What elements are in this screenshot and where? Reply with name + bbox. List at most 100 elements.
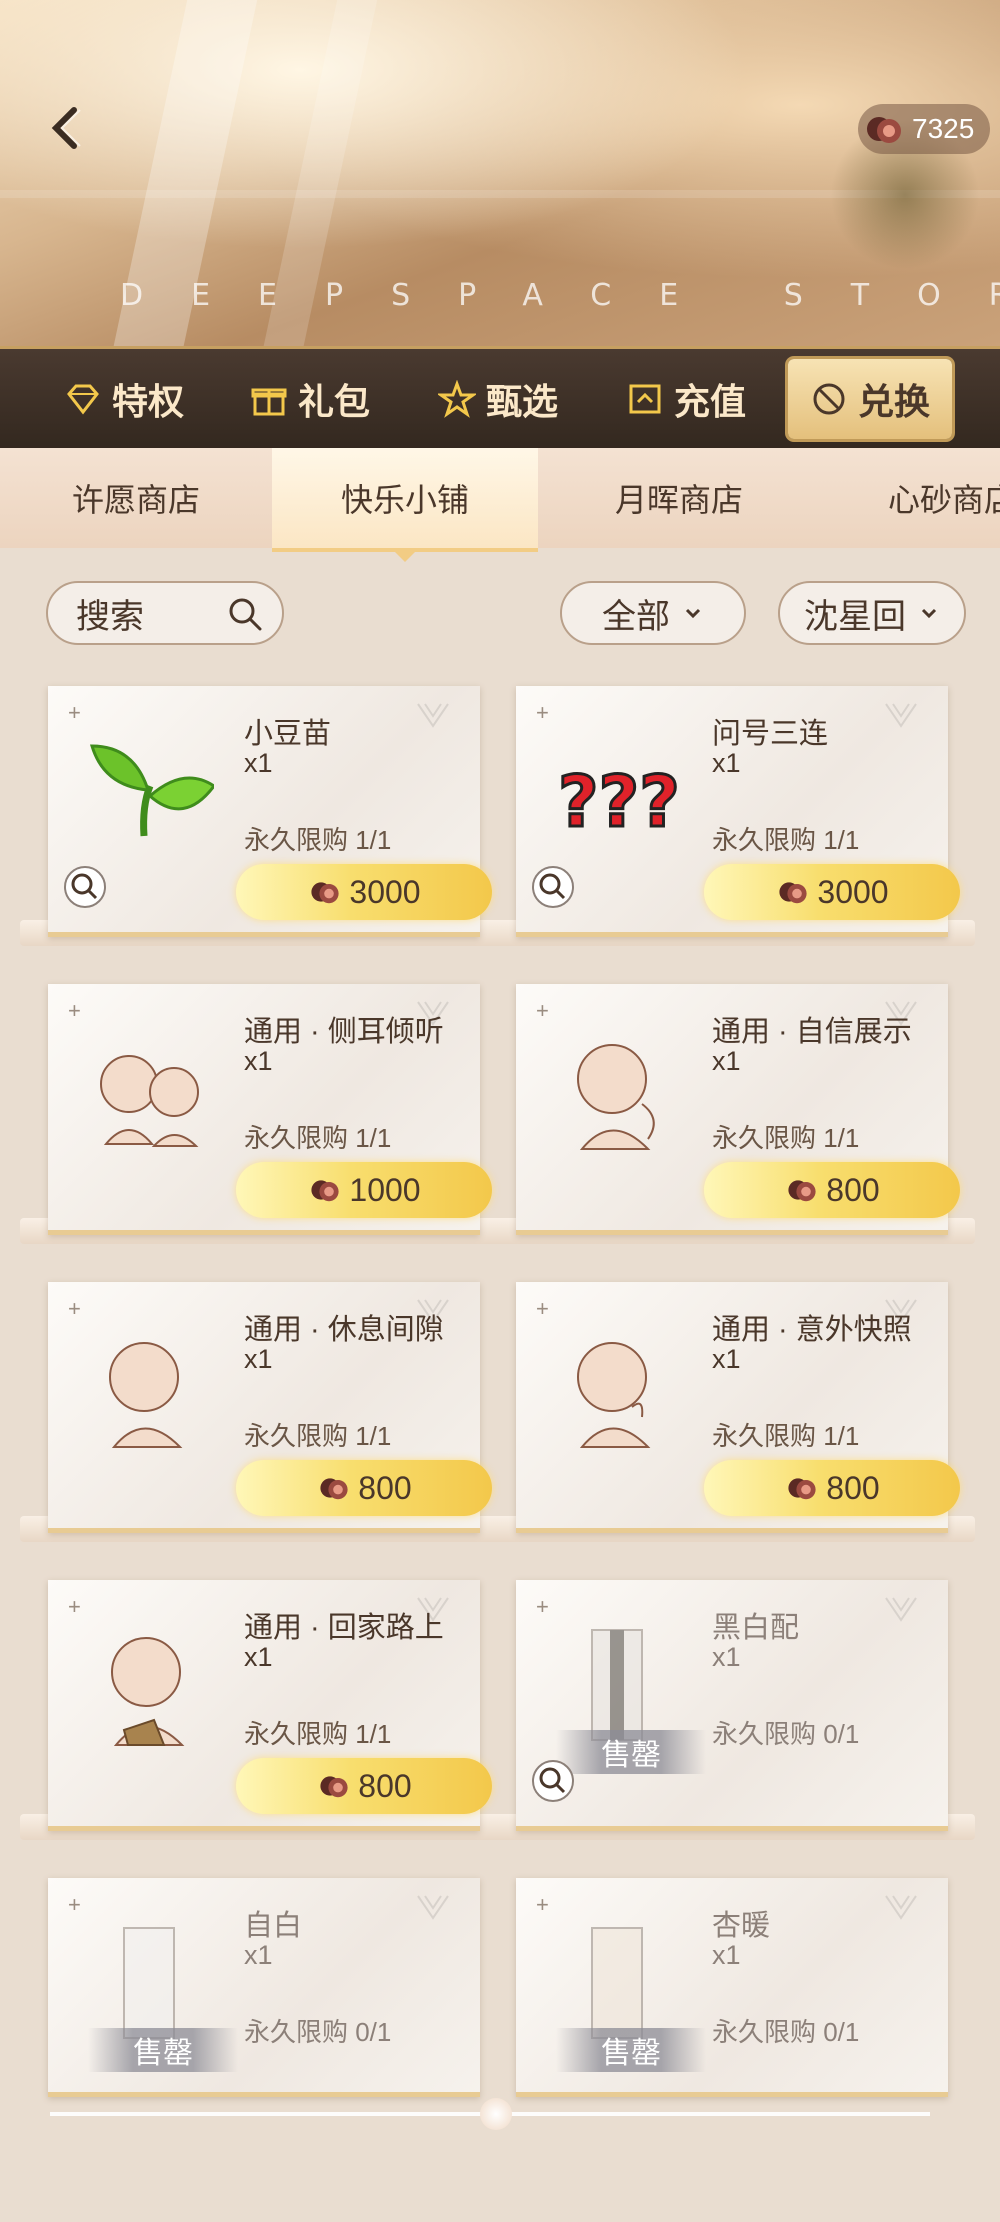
item-name: 小豆苗 (244, 718, 332, 750)
item-quantity: x1 (712, 1642, 741, 1672)
item-price: 800 (358, 1767, 412, 1804)
shop-item-card[interactable]: + 通用 · 休息间隙 x1 永久限购 1/1 800 (48, 1282, 492, 1533)
item-name: 通用 · 休息间隙 (244, 1314, 444, 1346)
subtab-happy-shop[interactable]: 快乐小铺 (272, 448, 538, 562)
crystal-currency-icon (320, 1776, 348, 1798)
sold-out-badge: 售罄 (88, 2028, 238, 2072)
item-name: 黑白配 (712, 1612, 800, 1644)
category-dropdown[interactable]: 全部 (560, 581, 746, 645)
chibi-listen-icon (100, 1055, 199, 1147)
chibi-confident-icon (577, 1044, 655, 1150)
currency-display[interactable]: 7325 (858, 104, 990, 154)
shop-subtabs: 许愿商店 快乐小铺 月晖商店 心砂商店 (0, 448, 1000, 562)
shop-item-card[interactable]: + ??? 问号三连 x1 永久限购 1/1 3000 (516, 686, 960, 937)
brand-mark-icon (417, 1895, 449, 1920)
question-marks-icon: ??? (557, 760, 682, 845)
star-icon (438, 380, 476, 418)
item-price: 1000 (349, 1171, 421, 1208)
item-price: 3000 (349, 873, 421, 910)
item-purchase-limit: 永久限购 0/1 (712, 1719, 860, 1749)
brand-mark-icon (885, 703, 917, 728)
crystal-currency-icon (320, 1478, 348, 1500)
chevron-down-icon (685, 608, 701, 619)
item-name: 通用 · 意外快照 (712, 1314, 912, 1346)
item-quantity: x1 (244, 1642, 273, 1672)
exchange-icon (813, 383, 845, 415)
item-price: 800 (826, 1171, 880, 1208)
tab-topup[interactable]: 充值 (626, 349, 746, 449)
item-name: 杏暖 (712, 1910, 771, 1942)
shop-item-card[interactable]: + 通用 · 自信展示 x1 永久限购 1/1 800 (516, 984, 960, 1235)
shop-item-card[interactable]: + 通用 · 回家路上 x1 永久限购 1/1 800 (48, 1580, 492, 1831)
tab-privilege[interactable]: 特权 (64, 349, 184, 449)
chevron-left-icon (51, 107, 81, 149)
item-price: 800 (358, 1469, 412, 1506)
store-banner: DEEPSPACE STORE (0, 0, 1000, 350)
crystal-currency-icon (788, 1478, 816, 1500)
item-name: 问号三连 (712, 718, 829, 750)
tab-gift-pack[interactable]: 礼包 (250, 349, 370, 449)
item-purchase-limit: 永久限购 1/1 (712, 1421, 860, 1451)
chibi-rest-icon (109, 1342, 183, 1448)
preview-magnifier-icon[interactable] (62, 864, 108, 910)
shop-item-card[interactable]: + 小豆苗 x1 永久限购 1/1 3000 (48, 686, 492, 937)
sold-out-badge: 售罄 (556, 1730, 706, 1774)
chibi-snapshot-icon (577, 1342, 651, 1448)
price-button[interactable]: 800 (704, 1460, 960, 1516)
back-button[interactable] (40, 100, 96, 156)
brand-mark-icon (885, 1597, 917, 1622)
item-purchase-limit: 永久限购 0/1 (712, 2017, 860, 2047)
preview-magnifier-icon[interactable] (530, 1758, 576, 1804)
tab-exchange[interactable]: 兑换 (788, 359, 953, 439)
topup-icon (629, 384, 661, 414)
item-quantity: x1 (244, 1046, 273, 1076)
brand-mark-icon (885, 1895, 917, 1920)
shop-item-card[interactable]: + 售罄 杏暖 x1 永久限购 0/1 (516, 1878, 948, 2097)
item-name: 通用 · 回家路上 (244, 1612, 444, 1644)
item-quantity: x1 (244, 1344, 273, 1374)
tab-selection[interactable]: 甄选 (438, 349, 558, 449)
item-price: 800 (826, 1469, 880, 1506)
item-purchase-limit: 永久限购 0/1 (244, 2017, 392, 2047)
shop-item-card[interactable]: + 通用 · 意外快照 x1 永久限购 1/1 800 (516, 1282, 960, 1533)
preview-magnifier-icon[interactable] (530, 864, 576, 910)
price-button[interactable]: 800 (236, 1758, 492, 1814)
shop-item-card[interactable]: + 售罄 自白 x1 永久限购 0/1 (48, 1878, 480, 2097)
item-quantity: x1 (712, 1940, 741, 1970)
price-button[interactable]: 800 (236, 1460, 492, 1516)
currency-amount: 7325 (912, 113, 975, 144)
item-purchase-limit: 永久限购 1/1 (244, 1719, 392, 1749)
price-button[interactable]: 800 (704, 1162, 960, 1218)
character-dropdown[interactable]: 沈星回 (778, 581, 966, 645)
crystal-currency-icon (311, 1180, 340, 1202)
item-quantity: x1 (244, 1940, 273, 1970)
item-purchase-limit: 永久限购 1/1 (244, 1123, 392, 1153)
scroll-indicator-dot (480, 2098, 512, 2130)
price-button[interactable]: 3000 (704, 864, 960, 920)
item-quantity: x1 (712, 1344, 741, 1374)
price-button[interactable]: 3000 (236, 864, 492, 920)
subtab-moonlight-shop[interactable]: 月晖商店 (538, 448, 820, 548)
subtab-wish-shop[interactable]: 许愿商店 (0, 448, 272, 548)
search-placeholder: 搜索 (76, 597, 144, 636)
item-purchase-limit: 永久限购 1/1 (244, 1421, 392, 1451)
item-name: 通用 · 侧耳倾听 (244, 1016, 444, 1048)
search-icon (229, 598, 262, 631)
diamond-icon (67, 384, 99, 415)
price-button[interactable]: 1000 (236, 1162, 492, 1218)
chibi-home-icon (111, 1637, 185, 1746)
item-price: 3000 (817, 873, 889, 910)
subtab-heart-sand-shop[interactable]: 心砂商店 (820, 448, 1000, 548)
sold-out-badge: 售罄 (556, 2028, 706, 2072)
search-input[interactable]: 搜索 (46, 581, 284, 645)
item-purchase-limit: 永久限购 1/1 (712, 825, 860, 855)
item-name: 自白 (244, 1910, 303, 1942)
shop-item-card[interactable]: + 通用 · 侧耳倾听 x1 永久限购 1/1 1000 (48, 984, 492, 1235)
crystal-currency-icon (779, 882, 808, 904)
shop-item-card[interactable]: + 售罄 黑白配 x1 永久限购 0/1 (516, 1580, 948, 1831)
brand-mark-icon (417, 703, 449, 728)
item-purchase-limit: 永久限购 1/1 (244, 825, 392, 855)
item-quantity: x1 (712, 1046, 741, 1076)
crystal-currency-icon (867, 117, 901, 143)
svg-text:???: ??? (558, 761, 680, 843)
